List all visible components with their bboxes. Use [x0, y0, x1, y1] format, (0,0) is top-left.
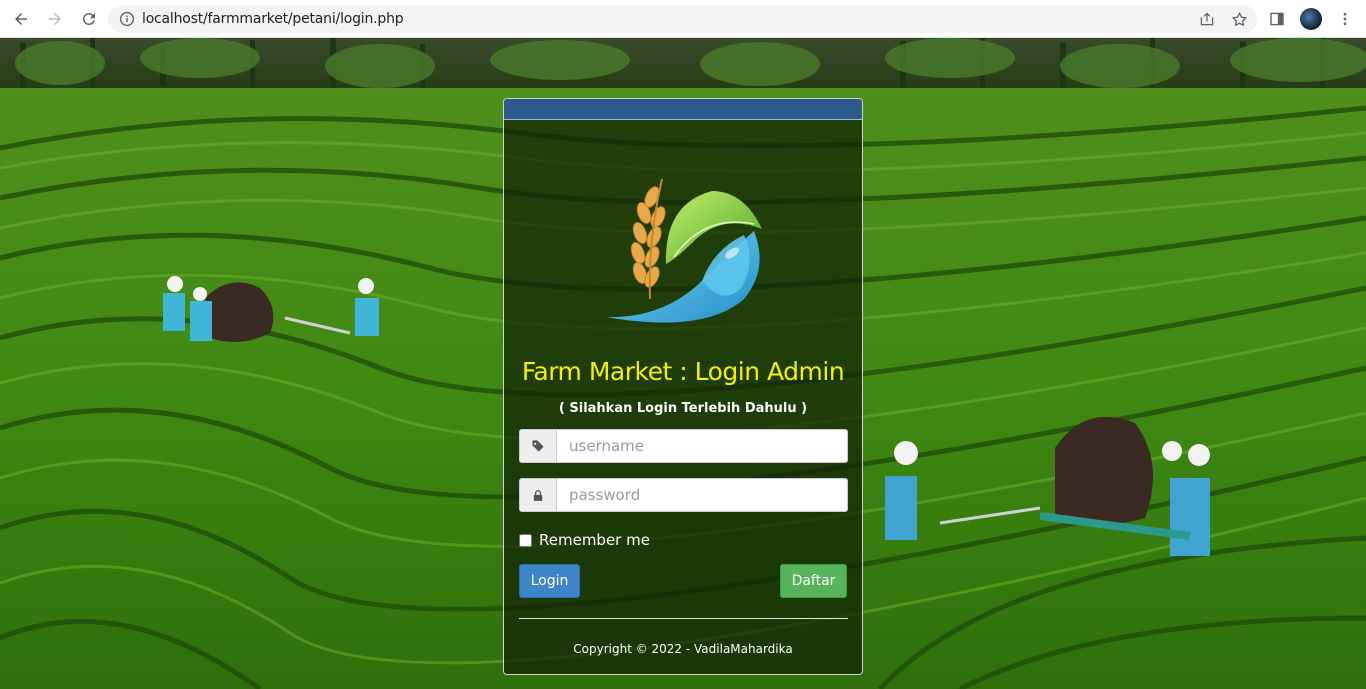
username-input[interactable]: [557, 430, 847, 462]
browser-toolbar: localhost/farmmarket/petani/login.php: [0, 0, 1366, 38]
tag-icon: [520, 430, 557, 462]
address-bar[interactable]: localhost/farmmarket/petani/login.php: [108, 5, 1257, 33]
copyright-text: Copyright © 2022 - VadilaMahardika: [573, 642, 793, 656]
remember-label: Remember me: [539, 531, 650, 549]
arrow-right-icon: [49, 12, 61, 25]
url-text[interactable]: localhost/farmmarket/petani/login.php: [142, 11, 404, 27]
divider: [519, 618, 848, 619]
arrow-left-icon: [15, 12, 27, 25]
login-button[interactable]: Login: [519, 564, 580, 598]
back-button[interactable]: [6, 4, 36, 34]
farm-market-logo: [606, 178, 762, 323]
star-icon[interactable]: [1229, 9, 1249, 29]
username-group: [519, 429, 848, 463]
register-button[interactable]: Daftar: [780, 564, 847, 598]
password-input[interactable]: [557, 479, 847, 511]
reload-button[interactable]: [74, 4, 104, 34]
remember-checkbox[interactable]: [519, 533, 532, 547]
login-panel: Farm Market : Login Admin ( Silahkan Log…: [503, 98, 863, 675]
share-icon[interactable]: [1197, 9, 1217, 29]
reload-icon: [82, 12, 95, 25]
kebab-menu-icon[interactable]: [1334, 6, 1356, 32]
avatar[interactable]: [1300, 8, 1322, 30]
info-icon[interactable]: [119, 11, 135, 27]
forward-button[interactable]: [40, 4, 70, 34]
panel-header: [504, 99, 862, 120]
remember-me[interactable]: Remember me: [519, 531, 650, 549]
lock-icon: [520, 479, 557, 511]
side-panel-icon[interactable]: [1266, 6, 1288, 32]
password-group: [519, 478, 848, 512]
page-title: Farm Market : Login Admin: [521, 357, 845, 386]
page-subtitle: ( Silahkan Login Terlebih Dahulu ): [558, 401, 808, 416]
